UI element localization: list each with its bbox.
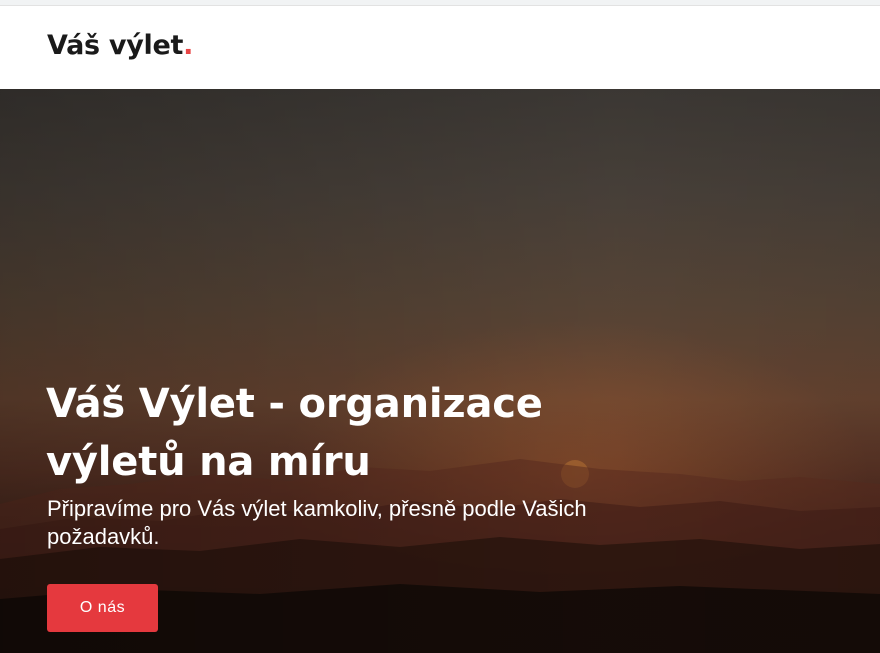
site-logo[interactable]: Váš výlet.: [47, 30, 193, 61]
hero-overlay: [0, 89, 880, 653]
logo-dot: .: [183, 30, 194, 61]
hero-section: Váš Výlet - organizace výletů na míru Př…: [0, 89, 880, 653]
logo-text: Váš výlet: [47, 30, 184, 61]
about-us-button[interactable]: O nás: [47, 584, 158, 632]
hero-subtitle: Připravíme pro Vás výlet kamkoliv, přesn…: [47, 496, 587, 549]
hero-title: Váš Výlet - organizace výletů na míru: [46, 381, 543, 485]
site-header: Váš výlet.: [0, 6, 880, 89]
